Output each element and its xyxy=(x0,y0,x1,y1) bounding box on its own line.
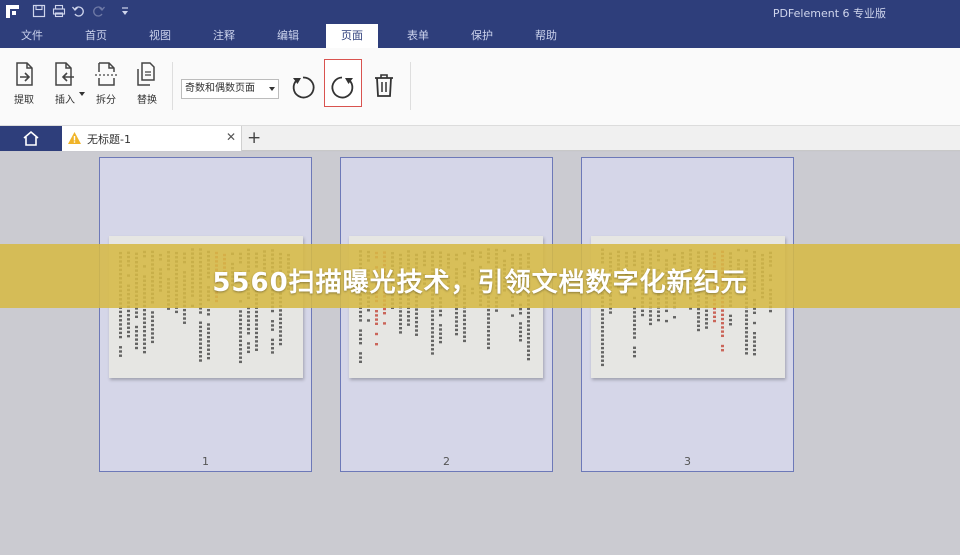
headline-text: 5560扫描曝光技术，引领文档数字化新纪元 xyxy=(212,268,748,298)
close-tab-icon[interactable]: ✕ xyxy=(226,130,236,144)
replace-label: 替换 xyxy=(137,95,157,106)
chevron-down-icon xyxy=(269,87,275,91)
menu-view[interactable]: 视图 xyxy=(134,24,186,48)
split-button[interactable]: 拆分 xyxy=(86,60,126,110)
save-icon[interactable] xyxy=(32,4,46,18)
rotate-right-icon xyxy=(331,76,354,99)
split-icon xyxy=(95,62,117,86)
delete-page-button[interactable] xyxy=(365,59,403,107)
replace-icon xyxy=(137,62,155,86)
menu-protect[interactable]: 保护 xyxy=(456,24,508,48)
extract-icon xyxy=(16,62,33,86)
toolbar-divider xyxy=(410,62,411,110)
menu-help[interactable]: 帮助 xyxy=(520,24,572,48)
page-number: 2 xyxy=(443,455,450,468)
page-number: 3 xyxy=(684,455,691,468)
insert-button[interactable]: 插入 xyxy=(45,60,85,110)
rotate-right-button[interactable] xyxy=(324,59,362,107)
menu-file[interactable]: 文件 xyxy=(6,24,58,48)
trash-icon xyxy=(375,74,393,97)
insert-dropdown-icon[interactable] xyxy=(79,92,85,96)
document-tab[interactable]: 无标题-1 ✕ xyxy=(62,126,242,151)
menu-edit[interactable]: 编辑 xyxy=(262,24,314,48)
page-range-value: 奇数和偶数页面 xyxy=(185,83,255,94)
rotate-left-button[interactable] xyxy=(284,59,322,107)
menu-page[interactable]: 页面 xyxy=(326,24,378,48)
menu-bar: 文件 首页 视图 注释 编辑 页面 表单 保护 帮助 xyxy=(0,24,960,48)
menu-form[interactable]: 表单 xyxy=(392,24,444,48)
page-thumbnail[interactable]: 3 xyxy=(581,157,794,472)
headline-banner: 5560扫描曝光技术，引领文档数字化新纪元 xyxy=(0,244,960,308)
app-title: PDFelement 6 专业版 xyxy=(772,7,886,20)
split-label: 拆分 xyxy=(96,95,116,106)
title-bar: PDFelement 6 专业版 xyxy=(0,0,960,24)
app-logo-icon xyxy=(6,5,19,18)
customize-icon[interactable] xyxy=(118,4,132,18)
document-tab-bar: 无标题-1 ✕ + xyxy=(0,126,960,151)
page-thumbnail[interactable]: 2 xyxy=(340,157,553,472)
home-tab[interactable] xyxy=(0,126,62,151)
new-tab-icon[interactable]: + xyxy=(247,128,261,148)
replace-button[interactable]: 替换 xyxy=(127,60,167,110)
page-range-select[interactable]: 奇数和偶数页面 xyxy=(181,79,279,99)
page-number: 1 xyxy=(202,455,209,468)
print-icon[interactable] xyxy=(52,4,66,18)
warning-icon xyxy=(68,132,81,144)
toolbar-divider xyxy=(172,62,173,110)
home-icon xyxy=(23,130,39,146)
document-tab-title: 无标题-1 xyxy=(87,133,131,146)
menu-home[interactable]: 首页 xyxy=(70,24,122,48)
insert-icon xyxy=(55,62,74,86)
ribbon-toolbar: 提取 插入 拆分 替换 奇数和偶数页面 xyxy=(0,48,960,126)
menu-comment[interactable]: 注释 xyxy=(198,24,250,48)
extract-button[interactable]: 提取 xyxy=(4,60,44,110)
rotate-left-icon xyxy=(292,76,315,99)
undo-icon[interactable] xyxy=(71,4,85,18)
page-thumbnail[interactable]: 1 xyxy=(99,157,312,472)
redo-icon[interactable] xyxy=(92,4,106,18)
extract-label: 提取 xyxy=(14,95,34,106)
